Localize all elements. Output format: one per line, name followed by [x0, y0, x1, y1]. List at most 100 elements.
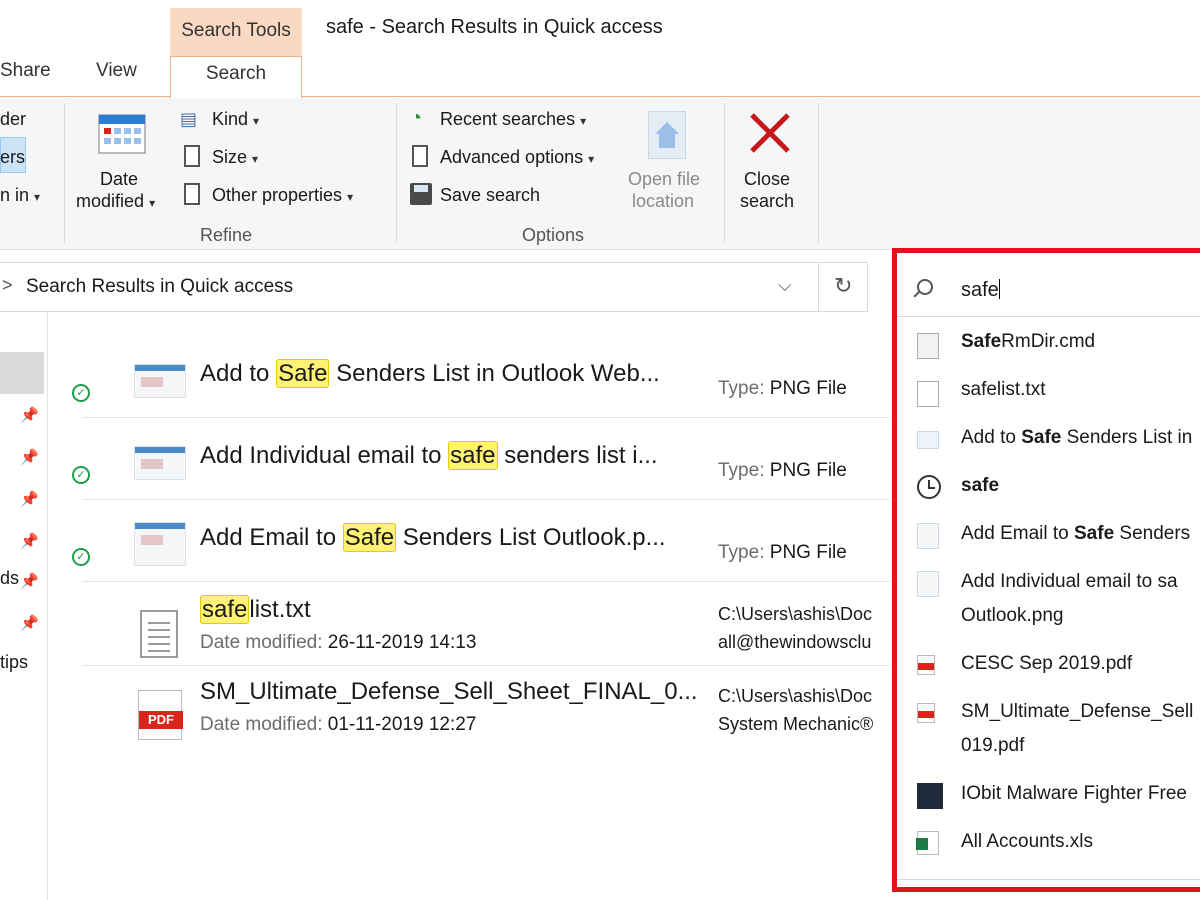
cmd-file-icon [917, 333, 939, 359]
size-icon [184, 145, 200, 167]
file-name[interactable]: Add Email to Safe Senders List Outlook.p… [200, 523, 666, 552]
pin-icon[interactable]: 📌 [20, 406, 39, 424]
partial-subfolders-item[interactable]: ers [0, 147, 25, 168]
pdf-file-icon [917, 655, 935, 675]
suggestion-item[interactable]: safelist.txt [897, 379, 1200, 415]
date-modified: Date modified: 01-11-2019 12:27 [200, 714, 477, 735]
nav-item-selected[interactable] [0, 352, 44, 394]
options-group-label: Options [522, 225, 585, 245]
breadcrumb[interactable]: Search Results in Quick access [26, 276, 293, 298]
file-type: Type: PNG File [718, 542, 847, 563]
date-modified-label-2[interactable]: modified ▾ [76, 191, 155, 212]
file-type: Type: PNG File [718, 378, 847, 399]
nav-item-downloads[interactable]: ds [0, 568, 19, 589]
date-modified-label-1[interactable]: Date [100, 169, 138, 190]
refresh-button[interactable]: ↻ [818, 263, 868, 311]
list-item[interactable]: ✓ Add Email to Safe Senders List Outlook… [72, 500, 890, 582]
address-bar[interactable]: > Search Results in Quick access ⌵ ↻ [0, 262, 868, 312]
pin-icon[interactable]: 📌 [20, 490, 39, 508]
list-item[interactable]: ✓ Add Individual email to safe senders l… [72, 418, 890, 500]
ribbon: der ers n in ▾ Date modified ▾ ▤ Kind ▾ … [0, 97, 1200, 250]
search-input[interactable]: safe [897, 253, 1200, 317]
suggestion-item[interactable]: SM_Ultimate_Defense_Sell 019.pdf [897, 701, 1200, 771]
breadcrumb-chevron-icon[interactable]: > [2, 275, 13, 296]
history-icon [917, 475, 941, 499]
search-results-list: ✓ Add to Safe Senders List in Outlook We… [48, 312, 890, 900]
other-properties-icon [184, 183, 200, 205]
text-file-icon [917, 381, 939, 407]
sync-status-icon: ✓ [72, 466, 90, 484]
group-separator [724, 103, 725, 243]
file-name[interactable]: safelist.txt [200, 595, 311, 624]
kind-button[interactable]: Kind ▾ [212, 109, 259, 130]
file-path: C:\Users\ashis\Doc [718, 604, 873, 624]
pin-icon[interactable]: 📌 [20, 572, 39, 590]
file-name[interactable]: Add to Safe Senders List in Outlook Web.… [200, 359, 660, 388]
file-type: Type: PNG File [718, 460, 847, 481]
pdf-file-icon [917, 703, 935, 723]
suggestion-item[interactable]: All Accounts.xls [897, 831, 1200, 867]
recent-searches-icon: ◔ [410, 107, 423, 129]
advanced-options-icon [412, 145, 428, 167]
group-separator [396, 103, 397, 243]
save-search-icon [410, 183, 432, 205]
file-path: C:\Users\ashis\Doc [718, 686, 873, 706]
suggestion-item[interactable]: Add Email to Safe Senders [897, 523, 1200, 559]
suggestion-item[interactable]: Add to Safe Senders List in [897, 427, 1200, 463]
tab-search[interactable]: Search [170, 56, 302, 98]
other-properties-button[interactable]: Other properties ▾ [212, 185, 353, 206]
search-input-value[interactable]: safe [961, 279, 1000, 302]
file-path-line2: all@thewindowsclu [718, 632, 872, 652]
text-file-icon [140, 610, 178, 658]
tab-view[interactable]: View [96, 60, 137, 82]
calendar-icon [98, 111, 146, 155]
window-title: safe - Search Results in Quick access [326, 16, 663, 38]
suggestion-item[interactable]: safe [897, 475, 1200, 511]
size-button[interactable]: Size ▾ [212, 147, 258, 168]
context-group-label: Search Tools [181, 20, 291, 41]
kind-icon: ▤ [180, 109, 198, 129]
partial-folder-item[interactable]: der [0, 109, 26, 130]
pin-icon[interactable]: 📌 [20, 448, 39, 466]
tab-share[interactable]: Share [0, 60, 51, 82]
list-item[interactable]: PDF SM_Ultimate_Defense_Sell_Sheet_FINAL… [82, 666, 890, 748]
suggestion-item[interactable]: IObit Malware Fighter Free [897, 783, 1200, 819]
date-modified: Date modified: 26-11-2019 14:13 [200, 632, 477, 653]
image-file-icon [917, 523, 939, 549]
pin-icon[interactable]: 📌 [20, 614, 39, 632]
close-icon [748, 111, 792, 160]
list-item[interactable]: ✓ Add to Safe Senders List in Outlook We… [72, 336, 890, 418]
open-file-location-icon [648, 111, 686, 159]
address-dropdown-icon[interactable]: ⌵ [778, 275, 792, 296]
advanced-options-button[interactable]: Advanced options ▾ [440, 147, 594, 168]
refresh-icon: ↻ [834, 273, 853, 298]
nav-item-tips[interactable]: tips [0, 652, 28, 673]
save-search-button[interactable]: Save search [440, 185, 540, 206]
list-item[interactable]: safelist.txt Date modified: 26-11-2019 1… [82, 584, 890, 666]
image-thumbnail [134, 364, 186, 398]
search-icon [917, 279, 933, 295]
group-separator [64, 103, 65, 243]
navigation-pane: 📌 📌 📌 📌 ds 📌 📌 tips [0, 312, 48, 900]
open-file-location-label-1[interactable]: Open file [628, 169, 700, 190]
image-thumbnail [134, 522, 186, 566]
suggestion-item[interactable]: Add Individual email to sa Outlook.png [897, 571, 1200, 641]
recent-searches-button[interactable]: Recent searches ▾ [440, 109, 586, 130]
excel-file-icon [916, 831, 939, 855]
app-icon [917, 783, 943, 809]
suggestion-item[interactable]: CESC Sep 2019.pdf [897, 653, 1200, 689]
search-tools-context-tab: Search Tools [170, 8, 302, 56]
sync-status-icon: ✓ [72, 548, 90, 566]
file-name[interactable]: SM_Ultimate_Defense_Sell_Sheet_FINAL_0..… [200, 678, 698, 706]
image-file-icon [917, 571, 939, 597]
refine-group-label: Refine [200, 225, 253, 245]
suggestion-item[interactable]: SafeRmDir.cmd [897, 331, 1200, 367]
pin-icon[interactable]: 📌 [20, 532, 39, 550]
group-separator [818, 103, 819, 243]
close-search-label-2[interactable]: search [740, 191, 794, 212]
file-name[interactable]: Add Individual email to safe senders lis… [200, 441, 658, 470]
open-file-location-label-2[interactable]: location [632, 191, 694, 212]
panel-divider [897, 879, 1200, 880]
partial-search-in-item[interactable]: n in ▾ [0, 185, 40, 206]
close-search-label-1[interactable]: Close [744, 169, 790, 190]
